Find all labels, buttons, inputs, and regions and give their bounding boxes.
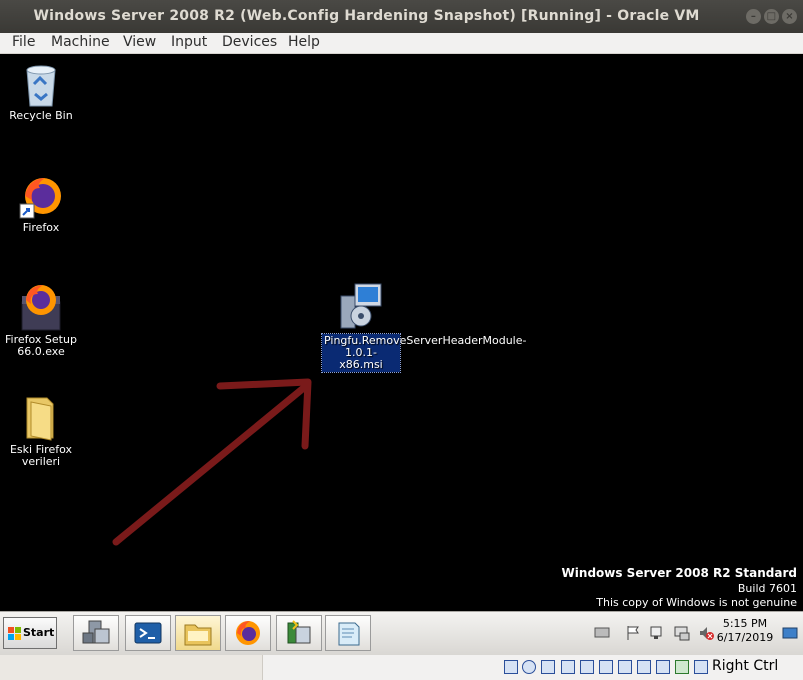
close-button[interactable]: × — [782, 9, 797, 24]
firefox-icon — [18, 174, 64, 220]
clock[interactable]: 5:15 PM 6/17/2019 — [716, 617, 774, 645]
windows-logo-icon — [8, 627, 21, 640]
taskbar-explorer[interactable] — [175, 615, 221, 651]
desktop-icon-label: Eski Firefox verileri — [9, 443, 72, 468]
taskbar-powershell[interactable] — [125, 615, 171, 651]
arrow-annotation — [112, 378, 312, 546]
display-icon[interactable] — [674, 625, 690, 641]
desktop-icon-label: Firefox Setup 66.0.exe — [5, 333, 77, 358]
menu-bar: File Machine View Input Devices Help — [0, 33, 803, 54]
menu-file[interactable]: File — [12, 34, 35, 50]
taskbar-server-manager[interactable] — [73, 615, 119, 651]
optical-drive-icon[interactable] — [522, 660, 536, 674]
menu-machine[interactable]: Machine — [51, 34, 110, 50]
recycle-bin-icon — [21, 62, 61, 108]
desktop-icon-firefox[interactable]: Firefox — [1, 174, 81, 234]
video-capture-icon[interactable] — [637, 660, 651, 674]
start-button[interactable]: Start — [3, 617, 57, 649]
firefox-setup-icon — [18, 282, 64, 332]
folder-icon — [21, 394, 61, 442]
audio-icon[interactable] — [541, 660, 555, 674]
display-icon[interactable] — [618, 660, 632, 674]
keyboard-capture-icon[interactable] — [694, 660, 708, 674]
msi-installer-icon — [337, 282, 385, 332]
explorer-icon — [184, 624, 212, 646]
desktop-icon-recycle-bin[interactable]: Recycle Bin — [1, 62, 81, 122]
desktop-icon-msi-installer[interactable]: Pingfu.RemoveServerHeaderModule-1.0.1-x8… — [321, 282, 527, 373]
status-left-area — [0, 655, 263, 680]
installer-icon — [287, 620, 311, 644]
flag-icon[interactable] — [626, 625, 640, 641]
cpu-icon[interactable] — [656, 660, 670, 674]
taskbar: Start 5:15 PM 6/17/2019 — [0, 611, 803, 655]
minimize-button[interactable]: – — [746, 9, 761, 24]
desktop-icon-label: Recycle Bin — [9, 109, 73, 122]
notepad-icon — [338, 622, 360, 646]
taskbar-installer[interactable] — [276, 615, 322, 651]
hard-disk-icon[interactable] — [504, 660, 518, 674]
clock-date: 6/17/2019 — [716, 631, 774, 644]
guest-desktop[interactable]: Recycle Bin Firefox Firefox Setup 66.0.e… — [0, 54, 803, 611]
shared-folder-icon[interactable] — [599, 660, 613, 674]
desktop-icon-firefox-setup[interactable]: Firefox Setup 66.0.exe — [1, 282, 81, 358]
host-key-label: Right Ctrl — [712, 658, 779, 674]
usb-icon[interactable] — [580, 660, 594, 674]
mouse-integration-icon[interactable] — [675, 660, 689, 674]
network-icon[interactable] — [649, 625, 663, 641]
menu-devices[interactable]: Devices — [222, 34, 277, 50]
title-bar: Windows Server 2008 R2 (Web.Config Harde… — [0, 0, 803, 57]
volume-muted-icon[interactable] — [698, 625, 714, 641]
genuine-watermark: This copy of Windows is not genuine — [596, 596, 797, 609]
start-label: Start — [23, 626, 55, 639]
desktop-icon-label: Pingfu.RemoveServerHeaderModule-1.0.1-x8… — [321, 333, 527, 373]
taskbar-notepad[interactable] — [325, 615, 371, 651]
menu-view[interactable]: View — [123, 34, 156, 50]
firefox-icon — [236, 621, 260, 645]
system-tray: 5:15 PM 6/17/2019 — [586, 615, 800, 651]
powershell-icon — [134, 622, 162, 644]
keyboard-icon[interactable] — [594, 625, 610, 639]
build-watermark: Build 7601 — [737, 582, 797, 595]
taskbar-firefox[interactable] — [225, 615, 271, 651]
clock-time: 5:15 PM — [722, 617, 768, 630]
menu-input[interactable]: Input — [171, 34, 207, 50]
maximize-button[interactable]: □ — [764, 9, 779, 24]
desktop-icon-folder[interactable]: Eski Firefox verileri — [1, 394, 81, 468]
network-adapter-icon[interactable] — [561, 660, 575, 674]
server-manager-icon — [82, 620, 110, 644]
desktop-icon-label: Firefox — [22, 221, 60, 234]
vbox-status-bar: Right Ctrl — [0, 655, 803, 680]
edition-watermark: Windows Server 2008 R2 Standard — [561, 566, 797, 580]
show-desktop-icon[interactable] — [782, 627, 798, 639]
menu-help[interactable]: Help — [288, 34, 320, 50]
